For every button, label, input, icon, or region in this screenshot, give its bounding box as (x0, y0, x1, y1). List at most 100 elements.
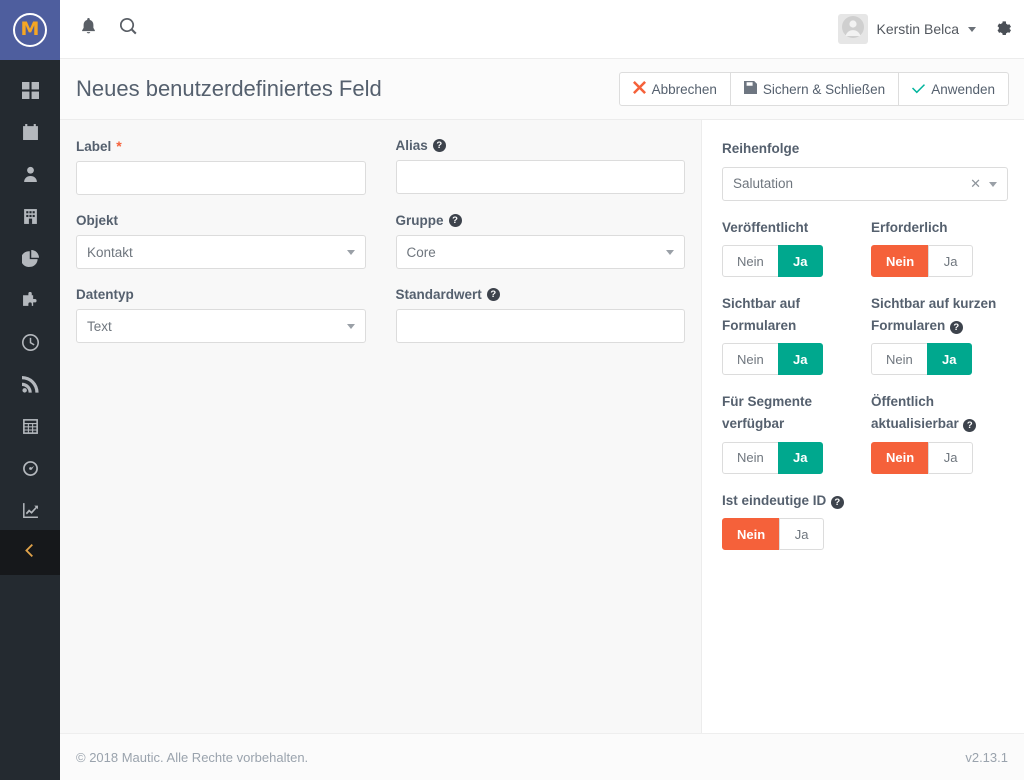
sidebar-item-reports[interactable] (0, 492, 60, 534)
top-header: Kerstin Belca (60, 0, 1024, 59)
sidebar-item-campaigns[interactable] (0, 282, 60, 324)
sidebar-item-segments[interactable] (0, 240, 60, 282)
dashboard-grid-icon (21, 82, 39, 104)
sidebar-collapse-button[interactable] (0, 530, 60, 575)
toggle-row-4: Ist eindeutige ID ? Nein Ja (722, 490, 1008, 567)
sidebar-item-calendar[interactable] (0, 114, 60, 156)
object-select[interactable]: Kontakt (76, 235, 366, 269)
help-icon[interactable]: ? (486, 288, 500, 301)
help-icon[interactable]: ? (949, 320, 963, 334)
field-group-text: Gruppe (395, 213, 444, 228)
field-default-value: Standardwert ? (395, 287, 685, 343)
label-input[interactable] (76, 161, 366, 195)
cancel-button[interactable]: Abbrechen (618, 72, 731, 106)
toggle-required-no[interactable]: Nein (871, 245, 930, 278)
required-asterisk: * (116, 138, 122, 154)
action-button-group: Abbrechen Sichern & Schließen Anwenden (618, 72, 1009, 106)
toggle-available-for-segments-no[interactable]: Nein (722, 441, 779, 474)
check-icon (912, 81, 926, 97)
datatype-select[interactable]: Text (76, 309, 366, 343)
mautic-logo-mark: M (13, 13, 47, 47)
toggle-visible-on-forms-group: Nein Ja (722, 343, 859, 376)
order-field: Reihenfolge Salutation ✕ (722, 138, 1008, 201)
field-alias: Alias ? (395, 138, 686, 195)
default-value-input[interactable] (395, 309, 685, 343)
toggle-required-label: Erforderlich (871, 219, 948, 235)
page-toolbar: Neues benutzerdefiniertes Feld Abbrechen… (60, 59, 1024, 120)
sidebar-item-components[interactable] (0, 408, 60, 450)
field-options-content: Reihenfolge Salutation ✕ Veröffentlicht … (702, 120, 1024, 566)
group-select[interactable]: Core (395, 235, 685, 269)
rss-feed-icon (21, 376, 39, 398)
search-icon (119, 17, 137, 40)
field-datatype: Datentyp Text (76, 287, 366, 343)
toggle-is-unique-identifier-yes[interactable]: Ja (779, 518, 825, 551)
toggle-publicly-updatable-no[interactable]: Nein (871, 441, 930, 474)
toggle-published: Veröffentlicht Nein Ja (722, 217, 859, 278)
toggle-available-for-segments-label: Für Segmente verfügbar (722, 394, 813, 431)
field-group: Gruppe ? Core (395, 213, 686, 269)
mautic-logo-letter: M (20, 18, 40, 40)
toggle-visible-on-short-forms-yes[interactable]: Ja (926, 343, 972, 376)
sidebar-item-dashboard[interactable] (0, 72, 60, 114)
mautic-logo[interactable]: M (0, 0, 60, 60)
sidebar-item-companies[interactable] (0, 198, 60, 240)
sidebar-item-points[interactable] (0, 324, 60, 366)
avatar (837, 14, 868, 44)
toggle-publicly-updatable: Öffentlich aktualisierbar ? Nein Ja (871, 391, 1008, 474)
order-select[interactable]: Salutation ✕ (722, 166, 1008, 201)
company-building-icon (22, 208, 39, 230)
toggle-publicly-updatable-yes[interactable]: Ja (928, 441, 974, 474)
apply-button[interactable]: Anwenden (898, 72, 1009, 106)
field-alias-caption: Alias ? (396, 138, 686, 153)
field-group-caption: Gruppe ? (396, 213, 686, 228)
user-menu[interactable]: Kerstin Belca (837, 14, 980, 44)
toggle-is-unique-identifier-group: Nein Ja (722, 518, 859, 551)
search-button[interactable] (108, 0, 148, 59)
points-clock-icon (21, 334, 39, 356)
toggle-published-yes[interactable]: Ja (777, 245, 823, 278)
toggle-available-for-segments-group: Nein Ja (722, 441, 859, 474)
field-alias-text: Alias (395, 138, 428, 153)
group-select-value: Core (406, 244, 436, 260)
toggle-visible-on-forms-yes[interactable]: Ja (777, 343, 823, 376)
sidebar-item-contacts[interactable] (0, 156, 60, 198)
datatype-select-value: Text (87, 318, 112, 334)
order-select-value: Salutation (733, 176, 794, 192)
help-icon[interactable]: ? (432, 139, 446, 152)
campaigns-puzzle-icon (22, 291, 39, 314)
times-icon (632, 81, 646, 97)
toggle-required-yes[interactable]: Ja (928, 245, 974, 278)
times-clear-icon[interactable]: ✕ (970, 176, 981, 191)
toggle-is-unique-identifier-caption: Ist eindeutige ID ? (722, 490, 859, 512)
speedometer-icon (22, 460, 39, 482)
save-and-close-button-label: Sichern & Schließen (762, 81, 886, 97)
cancel-button-label: Abbrechen (651, 81, 717, 97)
save-and-close-button[interactable]: Sichern & Schließen (729, 72, 900, 106)
toggle-published-no[interactable]: Nein (722, 245, 779, 278)
toggle-is-unique-identifier-no[interactable]: Nein (722, 518, 781, 551)
help-icon[interactable]: ? (963, 418, 977, 432)
help-icon[interactable]: ? (830, 495, 844, 509)
toggle-row-1: Veröffentlicht Nein Ja Erforderlich Nein… (722, 217, 1008, 294)
toggle-available-for-segments-yes[interactable]: Ja (777, 441, 823, 474)
mautic-custom-field-page: M Kerstin Belca Neues benutzerdefinierte… (0, 0, 1024, 780)
toggle-required: Erforderlich Nein Ja (871, 217, 1008, 278)
notifications-button[interactable] (68, 0, 108, 59)
alias-input[interactable] (395, 160, 685, 194)
toggle-visible-on-forms-no[interactable]: Nein (722, 343, 779, 376)
toggle-visible-on-forms-label: Sichtbar auf Formularen (722, 296, 801, 333)
sidebar-item-channels[interactable] (0, 366, 60, 408)
settings-button[interactable] (980, 0, 1024, 59)
left-navigation-rail: M (0, 0, 60, 780)
floppy-save-icon (743, 81, 757, 97)
sidebar-item-stages[interactable] (0, 450, 60, 492)
chevron-down-icon (968, 26, 976, 32)
toggle-visible-on-short-forms-no[interactable]: Nein (871, 343, 928, 376)
help-icon[interactable]: ? (448, 214, 462, 227)
page-footer: © 2018 Mautic. Alle Rechte vorbehalten. … (60, 733, 1024, 780)
field-datatype-caption: Datentyp (76, 287, 366, 302)
user-avatar-icon (841, 15, 865, 44)
order-field-label: Reihenfolge (722, 141, 800, 156)
field-default-value-text: Standardwert (395, 287, 482, 302)
